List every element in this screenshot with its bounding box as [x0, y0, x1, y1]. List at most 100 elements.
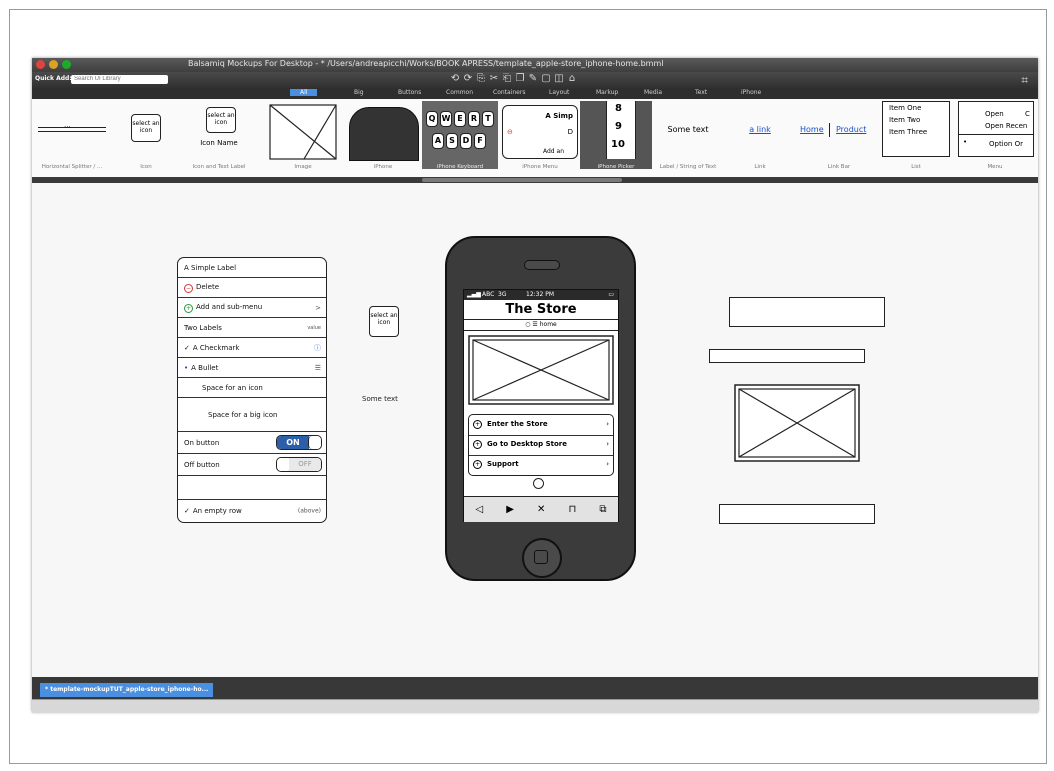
- menu-divider: [959, 134, 1033, 135]
- book-icon[interactable]: ⊓: [568, 504, 576, 515]
- linkbar-home: Home: [800, 125, 824, 134]
- tab-iphone[interactable]: iPhone: [741, 89, 761, 96]
- undo-icon[interactable]: ⟲: [450, 73, 460, 84]
- picker-value: 8: [615, 103, 622, 114]
- icon-placeholder: select an icon: [131, 114, 161, 142]
- library-item-iphone[interactable]: iPhone: [345, 101, 421, 170]
- menu-row[interactable]: • A Bullet ☰: [178, 358, 326, 378]
- mockup-canvas[interactable]: A Simple Label − Delete + Add and sub-menu…: [32, 183, 1038, 677]
- duplicate-icon[interactable]: ❐: [515, 73, 525, 84]
- zoom-window-button[interactable]: [62, 60, 71, 69]
- toolbar: Quick Add: ⟲ ⟳ ⎘ ✂ ⎗ ❐ ✎ ▢ ◫ ⌂ ⌗: [32, 72, 1038, 88]
- close-x-icon[interactable]: ✕: [537, 504, 545, 515]
- library-item-icon[interactable]: select an icon Icon: [116, 101, 176, 170]
- keyboard-row-top: Q W E R T: [426, 111, 494, 127]
- library-item-image[interactable]: Image: [268, 101, 338, 170]
- search-library-input[interactable]: [71, 75, 168, 84]
- iphone-menu-widget[interactable]: A Simple Label − Delete + Add and sub-menu…: [177, 257, 327, 523]
- store-menu-row[interactable]: + Go to Desktop Store ›: [469, 435, 613, 456]
- library-item-icon-and-text-label[interactable]: select an icon Icon Name Icon and Text L…: [180, 101, 258, 170]
- menu-row[interactable]: Off button OFF: [178, 454, 326, 476]
- group-icon[interactable]: ▢: [541, 73, 551, 84]
- store-menu-label: Enter the Store: [487, 420, 548, 428]
- nav-bar: ○ ☰ home: [464, 320, 618, 331]
- close-window-button[interactable]: [36, 60, 45, 69]
- library-item-iphone-picker[interactable]: 8 9 10 iPhone Picker: [580, 101, 652, 170]
- hamburger-icon[interactable]: ☰: [532, 321, 537, 328]
- lock-icon[interactable]: ⌂: [567, 73, 577, 84]
- image-placeholder: [269, 104, 337, 160]
- menu-row[interactable]: − Delete: [178, 278, 326, 298]
- menu-row[interactable]: On button ON: [178, 432, 326, 454]
- menu-row[interactable]: + Add and sub-menu >: [178, 298, 326, 318]
- text-field-wireframe[interactable]: [729, 297, 885, 327]
- tab-buttons[interactable]: Buttons: [398, 89, 421, 96]
- library-item-iphone-keyboard[interactable]: Q W E R T A S D F iPhone Keyboard: [422, 101, 498, 170]
- list-item: Item Two: [889, 116, 921, 124]
- menu-row[interactable]: A Simple Label: [178, 258, 326, 278]
- library-item-label[interactable]: Some text Label / String of Text: [652, 101, 724, 170]
- tab-containers[interactable]: Containers: [493, 89, 525, 96]
- menu-row[interactable]: Space for a big icon: [178, 398, 326, 432]
- tab-layout[interactable]: Layout: [549, 89, 569, 96]
- bottom-scrollbar[interactable]: [32, 699, 1038, 713]
- list-thumbnail: Item One Item Two Item Three: [882, 101, 950, 157]
- document-tab[interactable]: * template-mockupTUT_apple-store_iphone-…: [40, 683, 214, 697]
- library-scrollbar-thumb[interactable]: [422, 178, 622, 182]
- play-icon[interactable]: ▶: [506, 504, 514, 515]
- menu-row[interactable]: Space for an icon: [178, 378, 326, 398]
- hero-image-placeholder: [468, 335, 614, 405]
- library-item-link-bar[interactable]: Home Product Link Bar: [796, 101, 882, 170]
- edit-icon[interactable]: ✎: [528, 73, 538, 84]
- search-icon[interactable]: ○: [525, 321, 530, 328]
- library-item-iphone-menu[interactable]: A Simp ⊖ D Add an iPhone Menu: [500, 101, 580, 170]
- menu-row[interactable]: ✓ A Checkmark ⓘ: [178, 338, 326, 358]
- quick-add-label: Quick Add:: [35, 75, 72, 82]
- label-widget[interactable]: Some text: [362, 395, 398, 403]
- nav-label[interactable]: home: [540, 321, 557, 328]
- redo-icon[interactable]: ⟳: [463, 73, 473, 84]
- menu-item-open-recent: Open Recen: [985, 122, 1028, 130]
- off-switch[interactable]: OFF: [276, 457, 322, 472]
- menu-row-empty[interactable]: [178, 476, 326, 500]
- home-button[interactable]: [522, 538, 562, 578]
- tab-big[interactable]: Big: [354, 89, 364, 96]
- tabs-icon[interactable]: ⧉: [599, 504, 606, 515]
- minimize-window-button[interactable]: [49, 60, 58, 69]
- speaker-grille: [524, 260, 560, 270]
- tab-text[interactable]: Text: [695, 89, 707, 96]
- icon-widget[interactable]: select an icon: [369, 306, 399, 337]
- bottom-toolbar: ◁ ▶ ✕ ⊓ ⧉: [464, 496, 618, 522]
- paste-icon[interactable]: ⎗: [502, 73, 512, 84]
- info-icon: ⓘ: [314, 343, 321, 352]
- chevron-right-icon: ›: [606, 460, 609, 468]
- minus-circle-icon: −: [184, 283, 193, 293]
- key-t: T: [482, 111, 494, 127]
- library-item-horizontal-splitter[interactable]: ··· Horizontal Splitter / ...: [32, 101, 112, 170]
- thin-field-wireframe[interactable]: [709, 349, 865, 363]
- back-icon[interactable]: ◁: [476, 504, 484, 515]
- input-field-wireframe[interactable]: [719, 504, 875, 524]
- menu-row[interactable]: Two Labels value: [178, 318, 326, 338]
- library-item-menu[interactable]: Open C Open Recen • Option Or Menu: [956, 101, 1034, 170]
- library-item-list[interactable]: Item One Item Two Item Three List: [880, 101, 952, 170]
- bullet-icon: •: [963, 138, 968, 146]
- menu-row[interactable]: ✓ An empty row (above): [178, 500, 326, 522]
- switch-label: OFF: [289, 458, 321, 471]
- on-switch[interactable]: ON: [276, 435, 322, 450]
- store-menu-row[interactable]: + Support ›: [469, 455, 613, 475]
- image-wireframe[interactable]: [734, 384, 860, 462]
- menu-row-label: An empty row: [192, 507, 242, 515]
- tab-markup[interactable]: Markup: [596, 89, 618, 96]
- cut-icon[interactable]: ✂: [489, 73, 499, 84]
- menu-row-label: Space for a big icon: [208, 410, 278, 419]
- ungroup-icon[interactable]: ◫: [554, 73, 564, 84]
- tab-media[interactable]: Media: [644, 89, 662, 96]
- iphone-device[interactable]: ▂▄▆ ABC 3G 12:32 PM ▭ The Store ○ ☰ home: [445, 236, 636, 581]
- tab-common[interactable]: Common: [446, 89, 473, 96]
- library-item-link[interactable]: a link Link: [732, 101, 788, 170]
- fullscreen-icon[interactable]: ⌗: [1021, 73, 1028, 88]
- copy-icon[interactable]: ⎘: [476, 73, 486, 84]
- tab-all[interactable]: All: [290, 89, 318, 96]
- store-menu-row[interactable]: + Enter the Store ›: [469, 415, 613, 436]
